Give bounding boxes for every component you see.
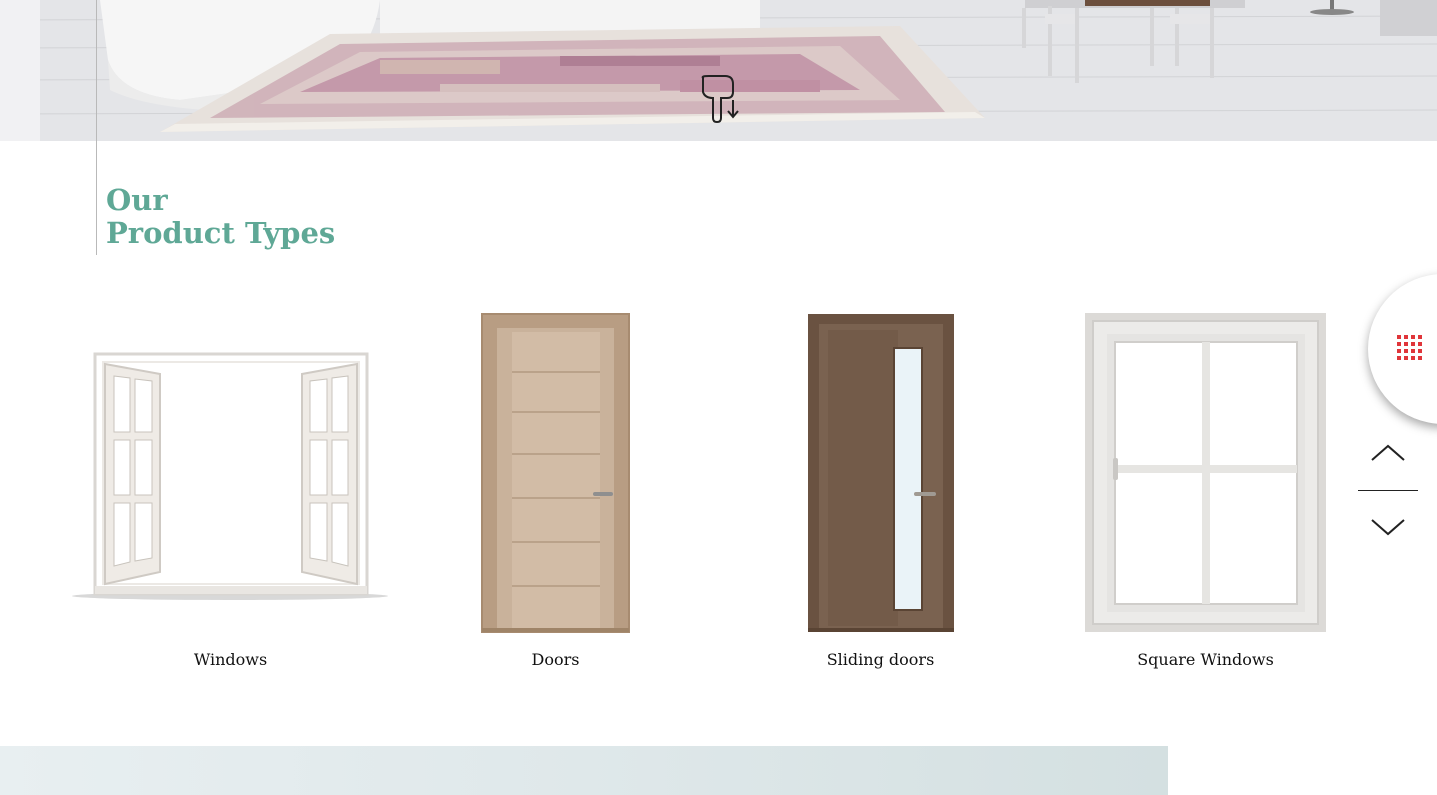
section-title: Our Product Types: [106, 186, 335, 248]
grid-menu-icon[interactable]: [1397, 335, 1423, 361]
product-label[interactable]: Windows: [68, 650, 393, 669]
glass-panel-door-image: [718, 300, 1043, 640]
next-section-image: [0, 746, 1168, 795]
product-label[interactable]: Sliding doors: [718, 650, 1043, 669]
chevron-up-icon[interactable]: [1370, 440, 1406, 466]
page: Our Product Types Windows Doors Sliding …: [0, 0, 1437, 795]
left-vertical-rule: [96, 0, 97, 255]
product-label[interactable]: Doors: [393, 650, 718, 669]
square-window-image: [1043, 300, 1368, 640]
open-window-image: [68, 300, 393, 640]
wooden-door-image: [393, 300, 718, 640]
chevron-down-icon[interactable]: [1370, 514, 1406, 540]
product-card-square-windows[interactable]: Square Windows: [1043, 300, 1368, 680]
product-card-windows[interactable]: Windows: [68, 300, 393, 680]
product-card-sliding-doors[interactable]: Sliding doors: [718, 300, 1043, 680]
product-label[interactable]: Square Windows: [1043, 650, 1368, 669]
scroll-down-hand-icon[interactable]: [697, 74, 743, 124]
nav-divider: [1358, 490, 1418, 491]
section-title-line1: Our: [106, 183, 168, 217]
section-title-line2: Product Types: [106, 216, 336, 250]
product-card-doors[interactable]: Doors: [393, 300, 718, 680]
